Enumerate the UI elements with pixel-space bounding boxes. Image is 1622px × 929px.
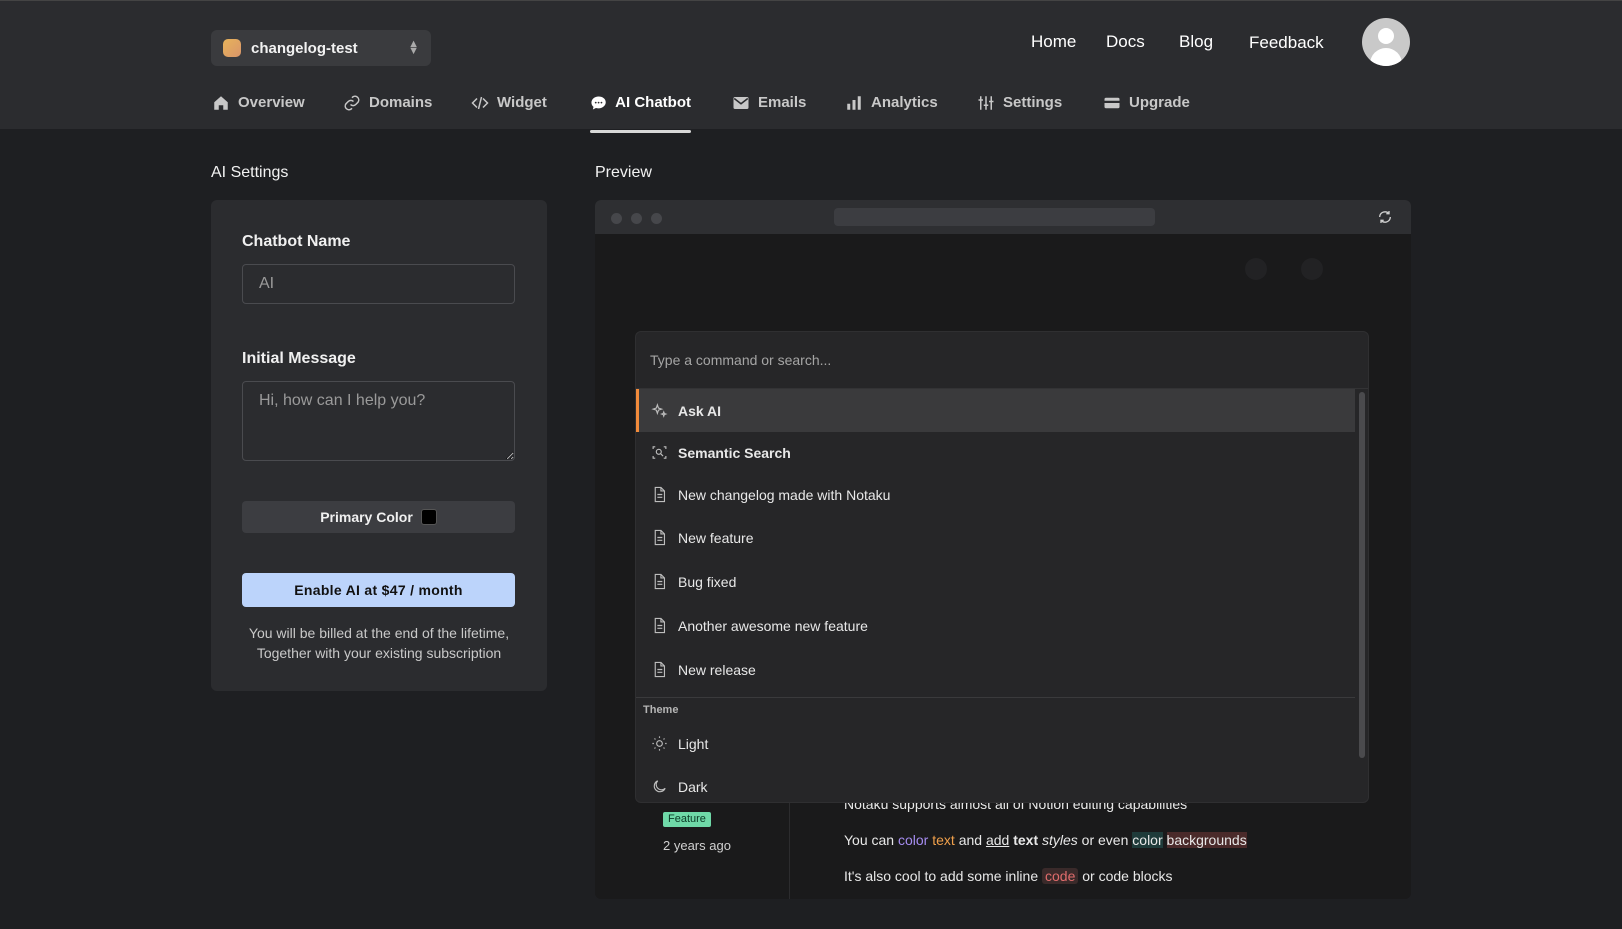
document-icon	[654, 573, 666, 590]
tab-label: Upgrade	[1129, 94, 1190, 111]
palette-item-page[interactable]: New changelog made with Notaku	[636, 473, 1355, 516]
palette-item-dark-theme[interactable]: Dark	[636, 765, 1355, 802]
sliders-icon	[978, 96, 994, 110]
tab-label: Analytics	[871, 94, 938, 111]
sun-icon	[652, 736, 667, 751]
palette-item-label: Semantic Search	[678, 444, 791, 461]
theme-group-label: Theme	[643, 704, 679, 716]
scan-search-icon	[652, 446, 667, 459]
moon-icon	[653, 780, 666, 793]
palette-item-page[interactable]: New feature	[636, 516, 1355, 559]
palette-item-label: Another awesome new feature	[678, 617, 868, 634]
billing-note-line2: Together with your existing subscription	[256, 645, 502, 661]
post-line-2: You can color text and add text styles o…	[844, 832, 1247, 848]
refresh-icon[interactable]	[1377, 209, 1393, 225]
ghost-button	[1301, 258, 1323, 280]
chat-icon	[591, 96, 606, 110]
nav-home-link[interactable]: Home	[1031, 32, 1076, 52]
document-icon	[654, 486, 666, 503]
enable-ai-button[interactable]: Enable AI at $47 / month	[242, 573, 515, 607]
palette-item-label: Ask AI	[678, 402, 722, 419]
primary-color-label: Primary Color	[320, 509, 413, 525]
home-icon	[214, 96, 228, 110]
top-bar: changelog-test ▲ ▼ Home Docs Blog Feedbac…	[0, 0, 1622, 133]
palette-item-semantic-search[interactable]: Semantic Search	[636, 431, 1355, 474]
palette-scrollbar[interactable]	[1358, 392, 1366, 801]
initial-message-textarea[interactable]	[242, 381, 515, 461]
tag-feature: Feature	[663, 812, 711, 827]
credit-card-icon	[1104, 97, 1120, 109]
billing-note: You will be billed at the end of the lif…	[231, 623, 527, 663]
tab-overview[interactable]: Overview	[212, 94, 305, 133]
tab-upgrade[interactable]: Upgrade	[1103, 94, 1190, 133]
palette-item-page[interactable]: New release	[636, 648, 1355, 691]
code-icon	[471, 96, 489, 110]
nav-feedback-link[interactable]: Feedback	[1249, 33, 1324, 53]
palette-item-light-theme[interactable]: Light	[636, 722, 1355, 765]
palette-scrollbar-thumb[interactable]	[1359, 392, 1365, 758]
billing-note-line1: You will be billed at the end of the lif…	[248, 625, 510, 641]
ghost-button	[1245, 258, 1267, 280]
avatar-head	[1378, 28, 1394, 44]
tab-label: Emails	[758, 94, 807, 111]
window-dot	[651, 213, 662, 224]
command-search-input[interactable]	[636, 332, 1368, 389]
project-avatar	[223, 39, 241, 57]
tab-domains[interactable]: Domains	[343, 94, 432, 133]
window-dot	[611, 213, 622, 224]
url-bar	[834, 208, 1155, 226]
browser-bar	[595, 200, 1411, 234]
initial-message-label: Initial Message	[242, 350, 356, 367]
nav-docs-link[interactable]: Docs	[1106, 32, 1145, 52]
link-icon	[344, 95, 360, 111]
palette-item-label: New changelog made with Notaku	[678, 486, 891, 503]
chevron-updown-icon: ▲ ▼	[408, 38, 419, 57]
palette-item-label: Dark	[678, 778, 708, 795]
ai-settings-panel: Chatbot Name Initial Message Primary Col…	[211, 200, 547, 691]
sparkles-icon	[651, 403, 668, 418]
tab-label: AI Chatbot	[615, 94, 691, 111]
tab-label: Overview	[238, 94, 305, 111]
primary-color-swatch	[420, 509, 437, 525]
tab-analytics[interactable]: Analytics	[845, 94, 938, 133]
user-avatar[interactable]	[1362, 18, 1410, 66]
preview-frame: alpha Feature 2 years ago Notaku support…	[595, 200, 1411, 899]
tab-ai-chatbot[interactable]: AI Chatbot	[590, 94, 691, 133]
chatbot-name-label: Chatbot Name	[242, 233, 351, 250]
command-palette: Ask AI Semantic Search New changelog mad…	[635, 331, 1369, 803]
post-date: 2 years ago	[663, 838, 731, 853]
tab-emails[interactable]: Emails	[732, 94, 806, 133]
bar-chart-icon	[847, 96, 861, 110]
tab-settings[interactable]: Settings	[977, 94, 1062, 133]
primary-color-button[interactable]: Primary Color	[242, 501, 515, 533]
tab-widget[interactable]: Widget	[471, 94, 547, 133]
project-switcher[interactable]: changelog-test ▲ ▼	[211, 30, 431, 66]
project-name: changelog-test	[251, 39, 358, 57]
window-dot	[631, 213, 642, 224]
palette-divider	[636, 697, 1355, 698]
tab-label: Settings	[1003, 94, 1063, 111]
tab-label: Domains	[369, 94, 433, 111]
palette-item-label: Bug fixed	[678, 573, 737, 590]
document-icon	[654, 661, 666, 678]
palette-item-page[interactable]: Bug fixed	[636, 560, 1355, 603]
palette-item-page[interactable]: Another awesome new feature	[636, 604, 1355, 647]
palette-item-label: Light	[678, 735, 709, 752]
palette-item-ask-ai[interactable]: Ask AI	[636, 389, 1355, 432]
avatar-body	[1370, 48, 1402, 66]
nav-blog-link[interactable]: Blog	[1179, 32, 1213, 52]
tab-label: Widget	[497, 94, 547, 111]
palette-item-label: New feature	[678, 529, 754, 546]
ai-settings-title: AI Settings	[211, 164, 289, 181]
mail-icon	[733, 97, 749, 109]
palette-item-label: New release	[678, 661, 756, 678]
preview-title: Preview	[595, 164, 652, 181]
chatbot-name-input[interactable]	[242, 264, 515, 304]
document-icon	[654, 617, 666, 634]
document-icon	[654, 529, 666, 546]
post-line-3: It's also cool to add some inline code o…	[844, 868, 1173, 884]
